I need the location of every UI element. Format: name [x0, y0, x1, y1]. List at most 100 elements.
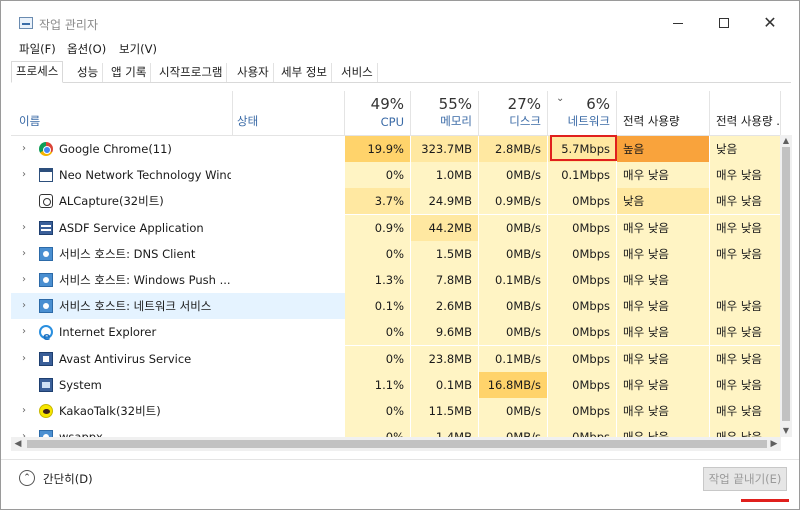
expand-chevron-icon[interactable]: › [19, 293, 29, 319]
column-status-label: 상태 [237, 114, 259, 128]
kakaotalk-icon [39, 404, 53, 418]
column-name-label: 이름 [19, 114, 41, 128]
process-name-cell: › ASDF Service Application [11, 215, 233, 241]
column-power-trend-label: 전력 사용량 ... [716, 114, 781, 128]
network-total-percent: 6% [586, 95, 610, 113]
tab-services[interactable]: 서비스 [337, 63, 378, 82]
process-status [233, 398, 345, 424]
tab-bar: 프로세스 성능 앱 기록 시작프로그램 사용자 세부 정보 서비스 [11, 61, 791, 83]
column-header-network[interactable]: ⌄ 6% 네트워크 [548, 91, 617, 135]
table-row[interactable]: › KakaoTalk(32비트) 0% 11.5MB 0MB/s 0Mbps 매우 낮음 매… [11, 398, 781, 424]
expand-chevron-icon[interactable]: › [19, 162, 29, 188]
process-status [233, 162, 345, 188]
menu-options[interactable]: 옵션(O) [67, 41, 106, 57]
expand-chevron-icon[interactable]: › [19, 398, 29, 424]
expand-chevron-icon[interactable]: › [19, 136, 29, 162]
process-power: 매우 낮음 [617, 240, 710, 267]
column-header-disk[interactable]: 27% 디스크 [479, 91, 548, 135]
expand-chevron-icon[interactable]: › [19, 215, 29, 241]
close-button[interactable]: ✕ [747, 9, 793, 37]
process-mem: 9.6MB [411, 319, 479, 346]
expand-chevron-icon[interactable]: › [19, 346, 29, 372]
horizontal-scroll-thumb[interactable] [27, 440, 767, 448]
process-power-trend: 매우 낮음 [710, 214, 781, 241]
title-bar: 작업 관리자 ✕ [1, 1, 799, 37]
process-disk: 0MB/s [479, 319, 548, 346]
process-cpu: 1.1% [345, 371, 411, 398]
service-host-icon [39, 273, 53, 287]
table-row[interactable]: › ASDF Service Application 0.9% 44.2MB 0MB/s… [11, 214, 781, 241]
scroll-left-arrow-icon[interactable]: ◀ [11, 437, 25, 451]
service-app-icon [39, 220, 53, 235]
scroll-down-arrow-icon[interactable]: ▼ [780, 425, 792, 437]
chrome-icon [39, 142, 53, 156]
tab-startup[interactable]: 시작프로그램 [155, 63, 228, 82]
table-row[interactable]: › 서비스 호스트: 네트워크 서비스 0.1% 2.6MB 0MB/s 0Mbps 매우 … [11, 293, 781, 320]
process-name-cell: › Google Chrome(11) [11, 136, 233, 162]
process-name-cell: System [11, 372, 233, 398]
process-name-cell: › Avast Antivirus Service [11, 346, 233, 372]
column-header-name[interactable]: 이름 [11, 91, 233, 135]
menu-file[interactable]: 파일(F) [19, 41, 56, 57]
table-row[interactable]: › Neo Network Technology Wind... 0% 1.0MB 0M… [11, 162, 781, 189]
table-row[interactable]: ALCapture(32비트) 3.7% 24.9MB 0.9MB/s 0Mbps 낮음 매… [11, 188, 781, 215]
process-net: 0Mbps [548, 345, 617, 372]
table-row[interactable]: ›wsappx0%1.4MB0MB/s0Mbps매우 낮음매우 낮음 [11, 424, 781, 437]
process-status [233, 188, 345, 214]
process-power: 매우 낮음 [617, 424, 710, 437]
minimize-button[interactable] [655, 9, 701, 37]
table-row[interactable]: › 서비스 호스트: DNS Client 0% 1.5MB 0MB/s 0Mbps 매우 … [11, 240, 781, 267]
process-disk: 0MB/s [479, 214, 548, 241]
cpu-total-percent: 49% [370, 95, 404, 113]
process-power: 매우 낮음 [617, 345, 710, 372]
process-name-cell: › KakaoTalk(32비트) [11, 398, 233, 424]
end-task-button[interactable]: 작업 끝내기(E) [703, 467, 787, 491]
menu-view[interactable]: 보기(V) [119, 41, 157, 57]
table-row[interactable]: ›Internet Explorer0%9.6MB0MB/s0Mbps매우 낮음… [11, 319, 781, 346]
column-header-memory[interactable]: 55% 메모리 [411, 91, 479, 135]
process-cpu: 0.1% [345, 293, 411, 320]
process-cpu: 3.7% [345, 188, 411, 215]
process-status [233, 136, 345, 162]
vertical-scrollbar[interactable]: ▲ ▼ [780, 135, 792, 437]
process-net: 0Mbps [548, 267, 617, 293]
process-cpu: 0% [345, 424, 411, 437]
tab-users[interactable]: 사용자 [233, 63, 274, 82]
expand-chevron-icon[interactable]: › [19, 267, 29, 293]
tab-details[interactable]: 세부 정보 [277, 63, 332, 82]
chevron-up-circle-icon: ⌃ [19, 470, 35, 486]
process-power-trend: 매우 낮음 [710, 371, 781, 398]
table-row[interactable]: › Avast Antivirus Service 0% 23.8MB 0.1MB/s 0… [11, 345, 781, 372]
table-row[interactable]: System 1.1% 0.1MB 16.8MB/s 0Mbps 매우 낮음 매우 낮음 [11, 371, 781, 398]
tab-processes[interactable]: 프로세스 [11, 61, 64, 83]
horizontal-scrollbar[interactable]: ◀ ▶ [11, 437, 781, 451]
process-net: 0Mbps [548, 398, 617, 424]
table-row[interactable]: › 서비스 호스트: Windows Push ... 1.3% 7.8MB 0.1MB… [11, 267, 781, 293]
column-header-status[interactable]: 상태 [233, 91, 345, 135]
process-name: 서비스 호스트: 네트워크 서비스 [59, 299, 212, 314]
tab-performance[interactable]: 성능 [73, 63, 104, 82]
process-mem: 7.8MB [411, 267, 479, 293]
process-name: KakaoTalk(32비트) [59, 404, 161, 418]
process-net: 0Mbps [548, 371, 617, 398]
expand-chevron-icon[interactable]: › [19, 241, 29, 267]
service-host-icon [39, 430, 53, 437]
scroll-up-arrow-icon[interactable]: ▲ [780, 135, 792, 147]
process-net: 0Mbps [548, 293, 617, 320]
tab-app-history[interactable]: 앱 기록 [107, 63, 152, 82]
column-memory-label: 메모리 [440, 114, 472, 128]
service-host-icon [39, 246, 53, 261]
process-name: Avast Antivirus Service [59, 351, 192, 366]
expand-chevron-icon[interactable]: › [19, 319, 29, 345]
table-row[interactable]: › Google Chrome(11) 19.9% 323.7MB 2.8MB/s 5.7… [11, 136, 781, 162]
column-header-power[interactable]: 전력 사용량 [617, 91, 710, 135]
column-header-cpu[interactable]: 49% CPU [345, 91, 411, 135]
process-mem: 24.9MB [411, 188, 479, 215]
expand-chevron-icon[interactable]: › [19, 424, 29, 437]
process-status [233, 267, 345, 293]
column-header-power-trend[interactable]: 전력 사용량 ... [710, 91, 781, 135]
maximize-button[interactable] [701, 9, 747, 37]
scroll-right-arrow-icon[interactable]: ▶ [767, 437, 781, 451]
vertical-scroll-thumb[interactable] [782, 147, 790, 421]
ie-icon [39, 324, 53, 345]
